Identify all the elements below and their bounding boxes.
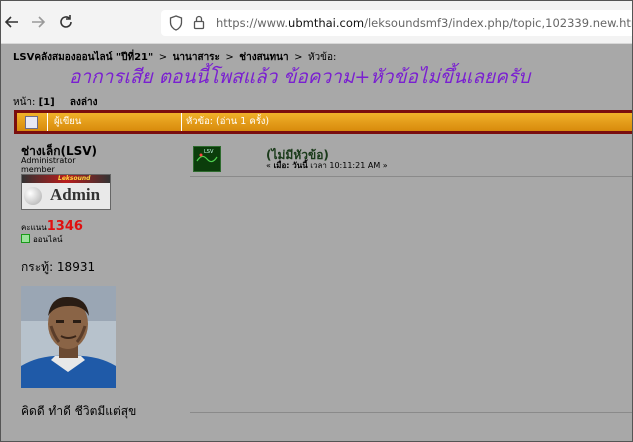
topic-header-bar: ผู้เขียน หัวข้อ: (อ่าน 1 ครั้ง) <box>14 110 632 134</box>
online-icon <box>21 234 30 243</box>
signature-divider <box>190 412 632 413</box>
admin-badge: Leksound Admin <box>21 174 111 210</box>
avatar <box>21 286 116 388</box>
pager-label: หน้า: <box>13 97 36 108</box>
header-icon-cell <box>17 113 48 131</box>
header-author: ผู้เขียน <box>48 113 182 131</box>
header-topic: หัวข้อ: (อ่าน 1 ครั้ง) <box>186 116 270 127</box>
address-bar[interactable]: https://www.ubmthai.com/leksoundsmf3/ind… <box>161 10 632 36</box>
message-icon: LSV <box>193 146 221 172</box>
pager-current-page: [1] <box>38 97 55 108</box>
author-signature: คิดดี ทำดี ชีวิตมีแต่สุข <box>21 404 137 418</box>
url-text: https://www.ubmthai.com/leksoundsmf3/ind… <box>216 16 632 30</box>
browser-toolbar: https://www.ubmthai.com/leksoundsmf3/ind… <box>1 1 632 44</box>
page-icon <box>25 116 38 129</box>
shield-icon[interactable] <box>169 15 183 31</box>
go-down-link[interactable]: ลงล่าง <box>70 97 98 108</box>
avatar-photo <box>21 286 116 388</box>
arrow-left-icon <box>4 16 18 28</box>
forum-page: LSVคลังสมองออนไลน์ "ปีที่21" > นานาสาระ … <box>1 44 632 441</box>
message-divider <box>190 176 632 177</box>
globe-icon <box>24 187 42 205</box>
back-button[interactable] <box>1 11 23 33</box>
lock-icon[interactable] <box>193 15 205 30</box>
author-role: Administrator member <box>21 156 76 174</box>
online-status: ออนไลน์ <box>21 233 62 246</box>
author-post-count: กระทู้: 18931 <box>21 260 96 274</box>
pagination: หน้า: [1] ลงล่าง <box>13 95 98 110</box>
author-score: คะแนน1346 <box>21 219 83 234</box>
message-meta: « เมื่อ: วันนี้ เวลา 10:11:21 AM » <box>266 161 388 170</box>
reload-button[interactable] <box>55 11 77 33</box>
reload-icon <box>60 15 72 28</box>
arrow-right-icon <box>32 16 46 28</box>
browser-window: https://www.ubmthai.com/leksoundsmf3/ind… <box>0 0 633 442</box>
topic-title: อาการเสีย ตอนนี้โพสแล้ว ข้อความ+หัวข้อไม… <box>69 66 531 88</box>
forward-button[interactable] <box>27 11 49 33</box>
